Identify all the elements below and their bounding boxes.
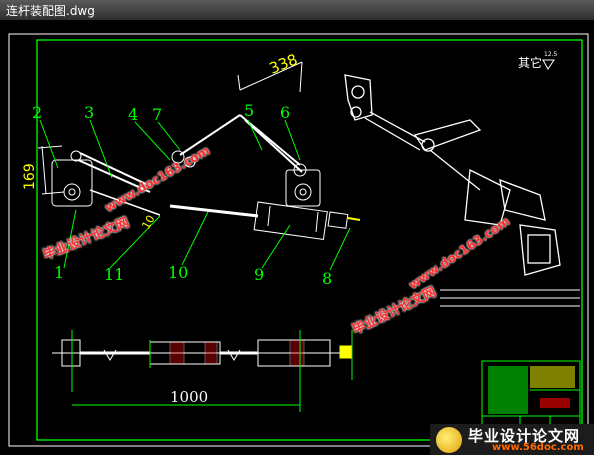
window-titlebar: 连杆装配图.dwg bbox=[0, 0, 594, 21]
part-5: 5 bbox=[244, 101, 254, 120]
part-7: 7 bbox=[152, 105, 162, 124]
part-9: 9 bbox=[254, 265, 264, 284]
part-10: 10 bbox=[168, 263, 188, 282]
roughness-label: 其它 bbox=[518, 55, 542, 70]
part-4: 4 bbox=[128, 105, 138, 124]
dim-10: 10 bbox=[139, 213, 157, 232]
window-title: 连杆装配图.dwg bbox=[6, 4, 95, 18]
hydraulic-cylinder bbox=[169, 201, 361, 241]
site-logo: 毕业设计论文网 www.56doc.com bbox=[430, 424, 594, 455]
part-6: 6 bbox=[280, 103, 290, 122]
part-8: 8 bbox=[322, 269, 332, 288]
roughness-value: 12.5 bbox=[544, 51, 558, 58]
cad-canvas[interactable]: 其它 12.5 338 169 1 2 3 4 5 6 7 8 9 10 11 … bbox=[0, 20, 594, 455]
front-view bbox=[52, 339, 353, 367]
part-3: 3 bbox=[84, 103, 94, 122]
bom-table bbox=[440, 289, 580, 307]
logo-ball-icon bbox=[436, 427, 462, 453]
part-11: 11 bbox=[104, 265, 124, 284]
dim-169: 169 bbox=[22, 163, 38, 190]
isometric-view bbox=[344, 74, 561, 276]
part-2: 2 bbox=[32, 103, 42, 122]
roughness-symbol bbox=[542, 59, 555, 70]
dim-1000: 1000 bbox=[170, 388, 208, 406]
part-1: 1 bbox=[54, 263, 64, 282]
dim-338: 338 bbox=[267, 50, 300, 77]
logo-url: www.56doc.com bbox=[492, 442, 584, 453]
